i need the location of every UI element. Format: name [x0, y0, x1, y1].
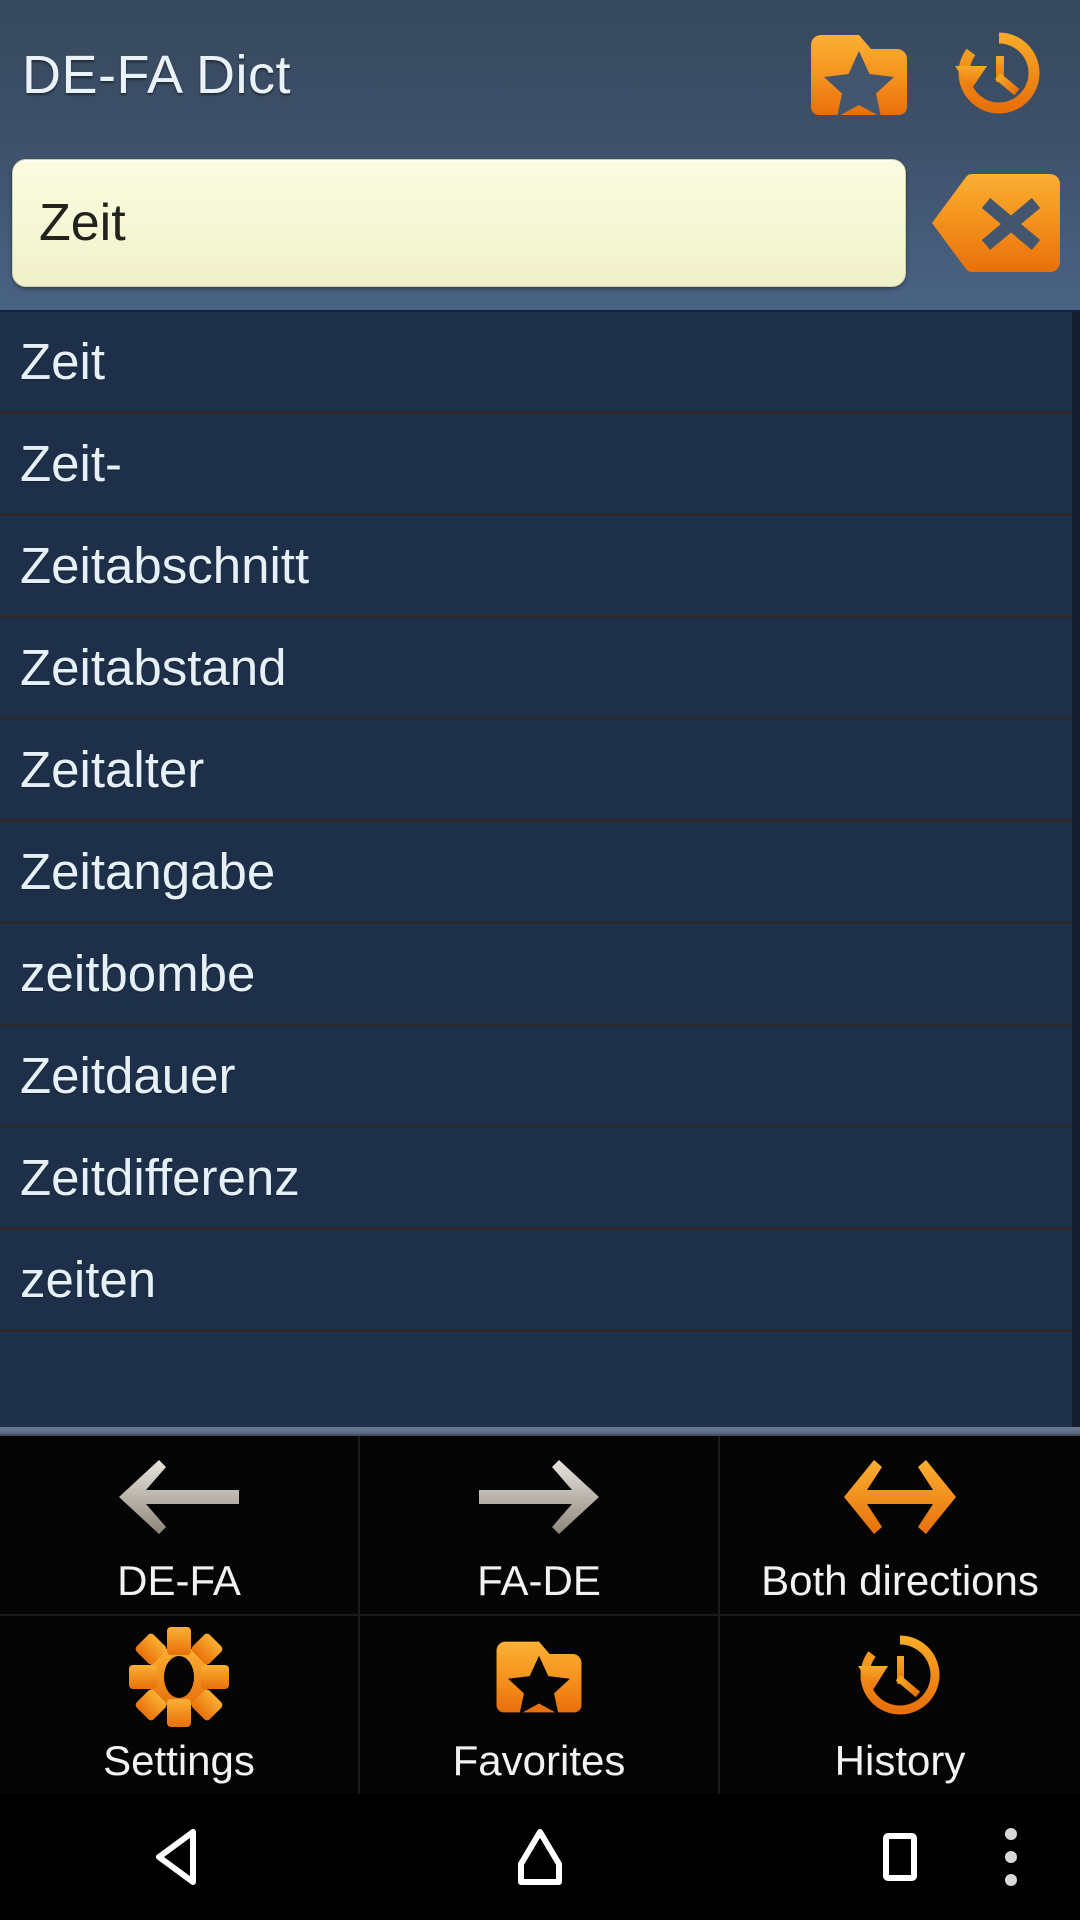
android-navbar [0, 1794, 1080, 1920]
more-vertical-icon [1005, 1828, 1017, 1886]
clear-search-button[interactable] [928, 171, 1064, 275]
menu-item-settings[interactable]: Settings [0, 1616, 360, 1794]
list-item[interactable]: Zeitalter [0, 720, 1072, 822]
results-list[interactable]: Zeit Zeit- Zeitabschnitt Zeitabstand Zeitalt… [0, 312, 1072, 1436]
header-favorites-button[interactable] [804, 28, 914, 123]
nav-overflow-button[interactable] [976, 1794, 1046, 1920]
menu-label: Settings [103, 1737, 255, 1784]
gear-icon [129, 1627, 229, 1727]
menu-label: FA-DE [477, 1557, 601, 1604]
list-item[interactable]: Zeit [0, 312, 1072, 414]
clock-history-icon [858, 1635, 940, 1715]
menu-icon-wrap [834, 1451, 966, 1543]
arrow-right-icon [479, 1460, 599, 1534]
menu-label: Favorites [452, 1737, 626, 1784]
menu-icon-wrap [129, 1627, 229, 1727]
list-item[interactable]: Zeitangabe [0, 822, 1072, 924]
menu-label: DE-FA [117, 1557, 241, 1604]
menu-label: History [834, 1737, 966, 1784]
menu-item-de-fa[interactable]: DE-FA [0, 1436, 360, 1614]
menu-item-both-directions[interactable]: Both directions [720, 1436, 1080, 1614]
list-item-label: Zeitdifferenz [20, 1148, 300, 1206]
menu-icon-wrap [113, 1451, 245, 1543]
recents-square-icon [883, 1833, 917, 1881]
list-item[interactable]: Zeit- [0, 414, 1072, 516]
menu-item-favorites[interactable]: Favorites [360, 1616, 720, 1794]
app-header: DE-FA Dict Zeit [0, 0, 1080, 310]
home-icon [518, 1829, 562, 1885]
header-actions [804, 28, 1064, 123]
list-item[interactable] [0, 1332, 1072, 1434]
list-scrollbar[interactable] [1072, 312, 1080, 1436]
results-list-container: Zeit Zeit- Zeitabschnitt Zeitabstand Zeitalt… [0, 310, 1080, 1436]
menu-icon-wrap [850, 1631, 950, 1723]
page-title: DE-FA Dict [22, 45, 292, 105]
search-row: Zeit [0, 152, 1080, 294]
list-item-label: Zeitangabe [20, 842, 276, 900]
header-bar: DE-FA Dict [0, 0, 1080, 150]
direction-options-row: DE-FA FA-DE Both directions [0, 1436, 1080, 1616]
list-item-label: Zeitalter [20, 740, 205, 798]
folder-star-icon [811, 35, 907, 117]
nav-back-button[interactable] [0, 1794, 360, 1920]
list-item-label: Zeitabschnitt [20, 536, 310, 594]
list-item-label: zeiten [20, 1250, 157, 1308]
folder-star-icon [496, 1641, 582, 1715]
clock-history-icon [955, 32, 1040, 114]
list-item[interactable]: Zeitdauer [0, 1026, 1072, 1128]
list-item[interactable]: Zeitdifferenz [0, 1128, 1072, 1230]
back-triangle-icon [156, 1829, 196, 1885]
arrow-left-icon [119, 1460, 239, 1534]
menu-icon-wrap [493, 1631, 585, 1723]
list-item-label: Zeit [20, 332, 106, 390]
list-item-label: Zeit- [20, 434, 122, 492]
search-input[interactable]: Zeit [12, 159, 906, 287]
menu-item-fa-de[interactable]: FA-DE [360, 1436, 720, 1614]
list-item[interactable]: zeiten [0, 1230, 1072, 1332]
list-bottom-separator [0, 1427, 1080, 1436]
close-icon [932, 174, 1060, 272]
menu-icon-wrap [473, 1451, 605, 1543]
nav-home-button[interactable] [360, 1794, 720, 1920]
options-menu: DE-FA FA-DE Both directions Settings Fav… [0, 1436, 1080, 1794]
search-input-value: Zeit [39, 194, 126, 252]
list-item-label: Zeitdauer [20, 1046, 236, 1104]
tools-options-row: Settings Favorites History [0, 1616, 1080, 1794]
arrow-both-icon [844, 1460, 956, 1534]
menu-label: Both directions [761, 1557, 1039, 1604]
header-history-button[interactable] [944, 28, 1054, 123]
app-root: DE-FA Dict Zeit Zeit Zeit- Zeitabschnitt… [0, 0, 1080, 1920]
menu-item-history[interactable]: History [720, 1616, 1080, 1794]
list-item[interactable]: zeitbombe [0, 924, 1072, 1026]
list-item-label: Zeitabstand [20, 638, 287, 696]
list-item-label: zeitbombe [20, 944, 256, 1002]
list-item[interactable]: Zeitabschnitt [0, 516, 1072, 618]
list-item[interactable]: Zeitabstand [0, 618, 1072, 720]
